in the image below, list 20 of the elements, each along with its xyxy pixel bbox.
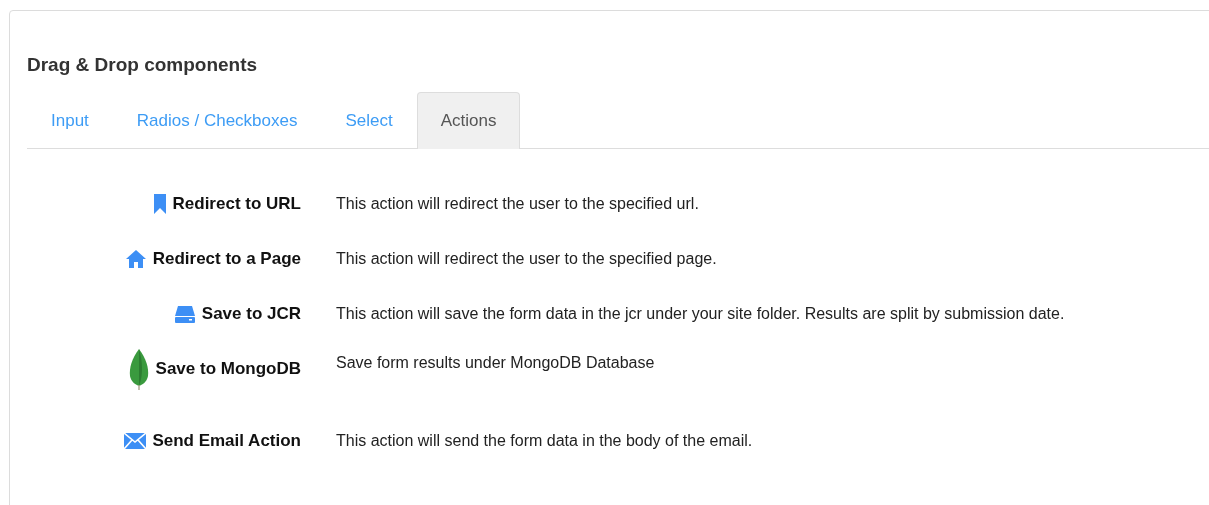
tab[interactable]: Select xyxy=(321,92,417,148)
panel-title: Drag & Drop components xyxy=(27,53,259,77)
envelope-icon xyxy=(124,433,147,449)
action-label: Redirect to a Page xyxy=(152,248,301,270)
action-label: Save to JCR xyxy=(201,303,301,325)
hard-drive-icon xyxy=(173,305,196,323)
action-description: This action will redirect the user to the specified page. xyxy=(336,249,717,269)
tab[interactable]: Radios / Checkboxes xyxy=(112,92,322,148)
action-label: Redirect to URL xyxy=(172,193,301,215)
action-description: This action will save the form data in the jcr under your site folder. Results are split by submission date. xyxy=(336,304,1065,324)
action-description: This action will redirect the user to the specified url. xyxy=(336,194,699,214)
tab[interactable]: Actions xyxy=(416,92,521,149)
action-label: Send Email Action xyxy=(152,430,301,452)
bookmark-icon xyxy=(152,194,167,214)
action-description: This action will send the form data in the body of the email. xyxy=(336,431,753,451)
action-description: Save form results under MongoDB Database xyxy=(336,353,655,373)
home-icon xyxy=(124,249,147,269)
leaf-icon xyxy=(127,348,150,390)
tab[interactable]: Input xyxy=(27,92,113,148)
action-label: Save to MongoDB xyxy=(155,358,301,380)
